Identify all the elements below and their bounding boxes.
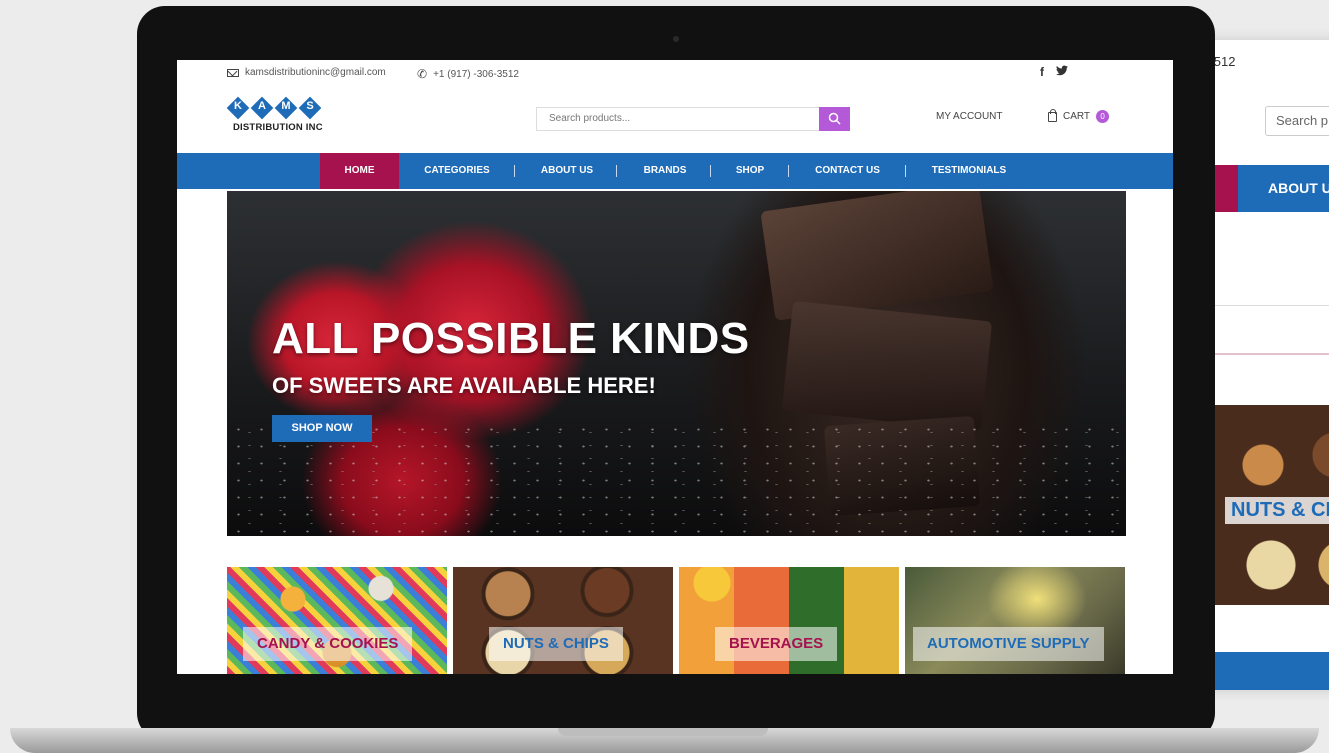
category-tile-candy[interactable]: CANDY & COOKIES [227, 567, 447, 674]
cart-link[interactable]: CART 0 [1048, 108, 1110, 123]
site-logo[interactable]: K A M S DISTRIBUTION INC [227, 97, 347, 142]
hero-chocolate [781, 300, 993, 432]
cart-label: CART [1063, 111, 1091, 122]
camera-dot [673, 36, 679, 42]
social-links: f [1040, 65, 1068, 79]
email-contact[interactable]: kamsdistributioninc@gmail.com [227, 67, 386, 78]
back-nav-about: ABOUT U [1268, 180, 1329, 196]
nav-categories[interactable]: CATEGORIES [412, 153, 502, 189]
search-button[interactable] [819, 107, 850, 131]
back-divider-accent [1215, 353, 1329, 355]
mail-icon [227, 68, 239, 77]
phone-text: +1 (917) -306-3512 [433, 68, 519, 80]
search-icon [828, 112, 841, 125]
category-label: CANDY & COOKIES [243, 627, 413, 661]
back-tile-label: NUTS & CI [1225, 497, 1329, 524]
back-search-input: Search p [1265, 106, 1329, 136]
laptop-base-notch [558, 728, 768, 736]
facebook-icon[interactable]: f [1040, 65, 1044, 79]
search-bar: Search products... [536, 107, 850, 131]
phone-contact[interactable]: ✆ +1 (917) -306-3512 [417, 67, 519, 81]
search-input[interactable]: Search products... [549, 113, 630, 124]
top-info-bar: kamsdistributioninc@gmail.com ✆ +1 (917)… [177, 60, 1173, 87]
hero-title: ALL POSSIBLE KINDS [272, 314, 750, 363]
back-category-tile: NUTS & CI [1215, 405, 1329, 605]
category-tile-nuts[interactable]: NUTS & CHIPS [453, 567, 673, 674]
category-tile-automotive[interactable]: AUTOMOTIVE SUPPLY [905, 567, 1125, 674]
hero-subtitle: OF SWEETS ARE AVAILABLE HERE! [272, 373, 656, 398]
logo-diamond: S [299, 97, 321, 119]
nav-separator [710, 165, 711, 177]
email-text: kamsdistributioninc@gmail.com [245, 67, 386, 78]
nav-testimonials[interactable]: TESTIMONIALS [918, 153, 1020, 189]
my-account-link[interactable]: MY ACCOUNT [936, 111, 1003, 122]
laptop-base [10, 728, 1319, 753]
nav-home[interactable]: HOME [320, 153, 399, 189]
phone-icon: ✆ [417, 67, 428, 81]
nav-brands[interactable]: BRANDS [629, 153, 701, 189]
logo-letter: M [281, 100, 291, 112]
back-footer-bar [1215, 652, 1329, 690]
nav-about-us[interactable]: ABOUT US [527, 153, 607, 189]
logo-letter: A [258, 100, 266, 112]
twitter-icon[interactable] [1056, 65, 1068, 79]
back-divider [1215, 305, 1329, 306]
nav-separator [788, 165, 789, 177]
shop-now-button[interactable]: SHOP NOW [272, 415, 372, 442]
category-label: BEVERAGES [715, 627, 838, 661]
nav-separator [514, 165, 515, 177]
logo-diamond: M [275, 97, 297, 119]
logo-letter: S [306, 100, 314, 112]
main-nav: HOME CATEGORIES ABOUT US BRANDS SHOP CON… [177, 153, 1173, 189]
category-label: AUTOMOTIVE SUPPLY [913, 627, 1104, 661]
website-screen: kamsdistributioninc@gmail.com ✆ +1 (917)… [177, 60, 1173, 674]
shopping-bag-icon [1048, 108, 1057, 122]
cart-count-badge: 0 [1096, 110, 1110, 123]
logo-subtitle: DISTRIBUTION INC [233, 122, 323, 133]
nav-separator [905, 165, 906, 177]
hero-banner: ALL POSSIBLE KINDS OF SWEETS ARE AVAILAB… [227, 191, 1126, 536]
nav-contact-us[interactable]: CONTACT US [801, 153, 894, 189]
nav-shop[interactable]: SHOP [723, 153, 777, 189]
category-tile-beverages[interactable]: BEVERAGES [679, 567, 899, 674]
logo-diamond: K [227, 97, 249, 119]
logo-diamond: A [251, 97, 273, 119]
logo-letter: K [234, 100, 242, 112]
category-label: NUTS & CHIPS [489, 627, 623, 661]
logo-diamonds: K A M S [227, 97, 347, 119]
nav-separator [616, 165, 617, 177]
